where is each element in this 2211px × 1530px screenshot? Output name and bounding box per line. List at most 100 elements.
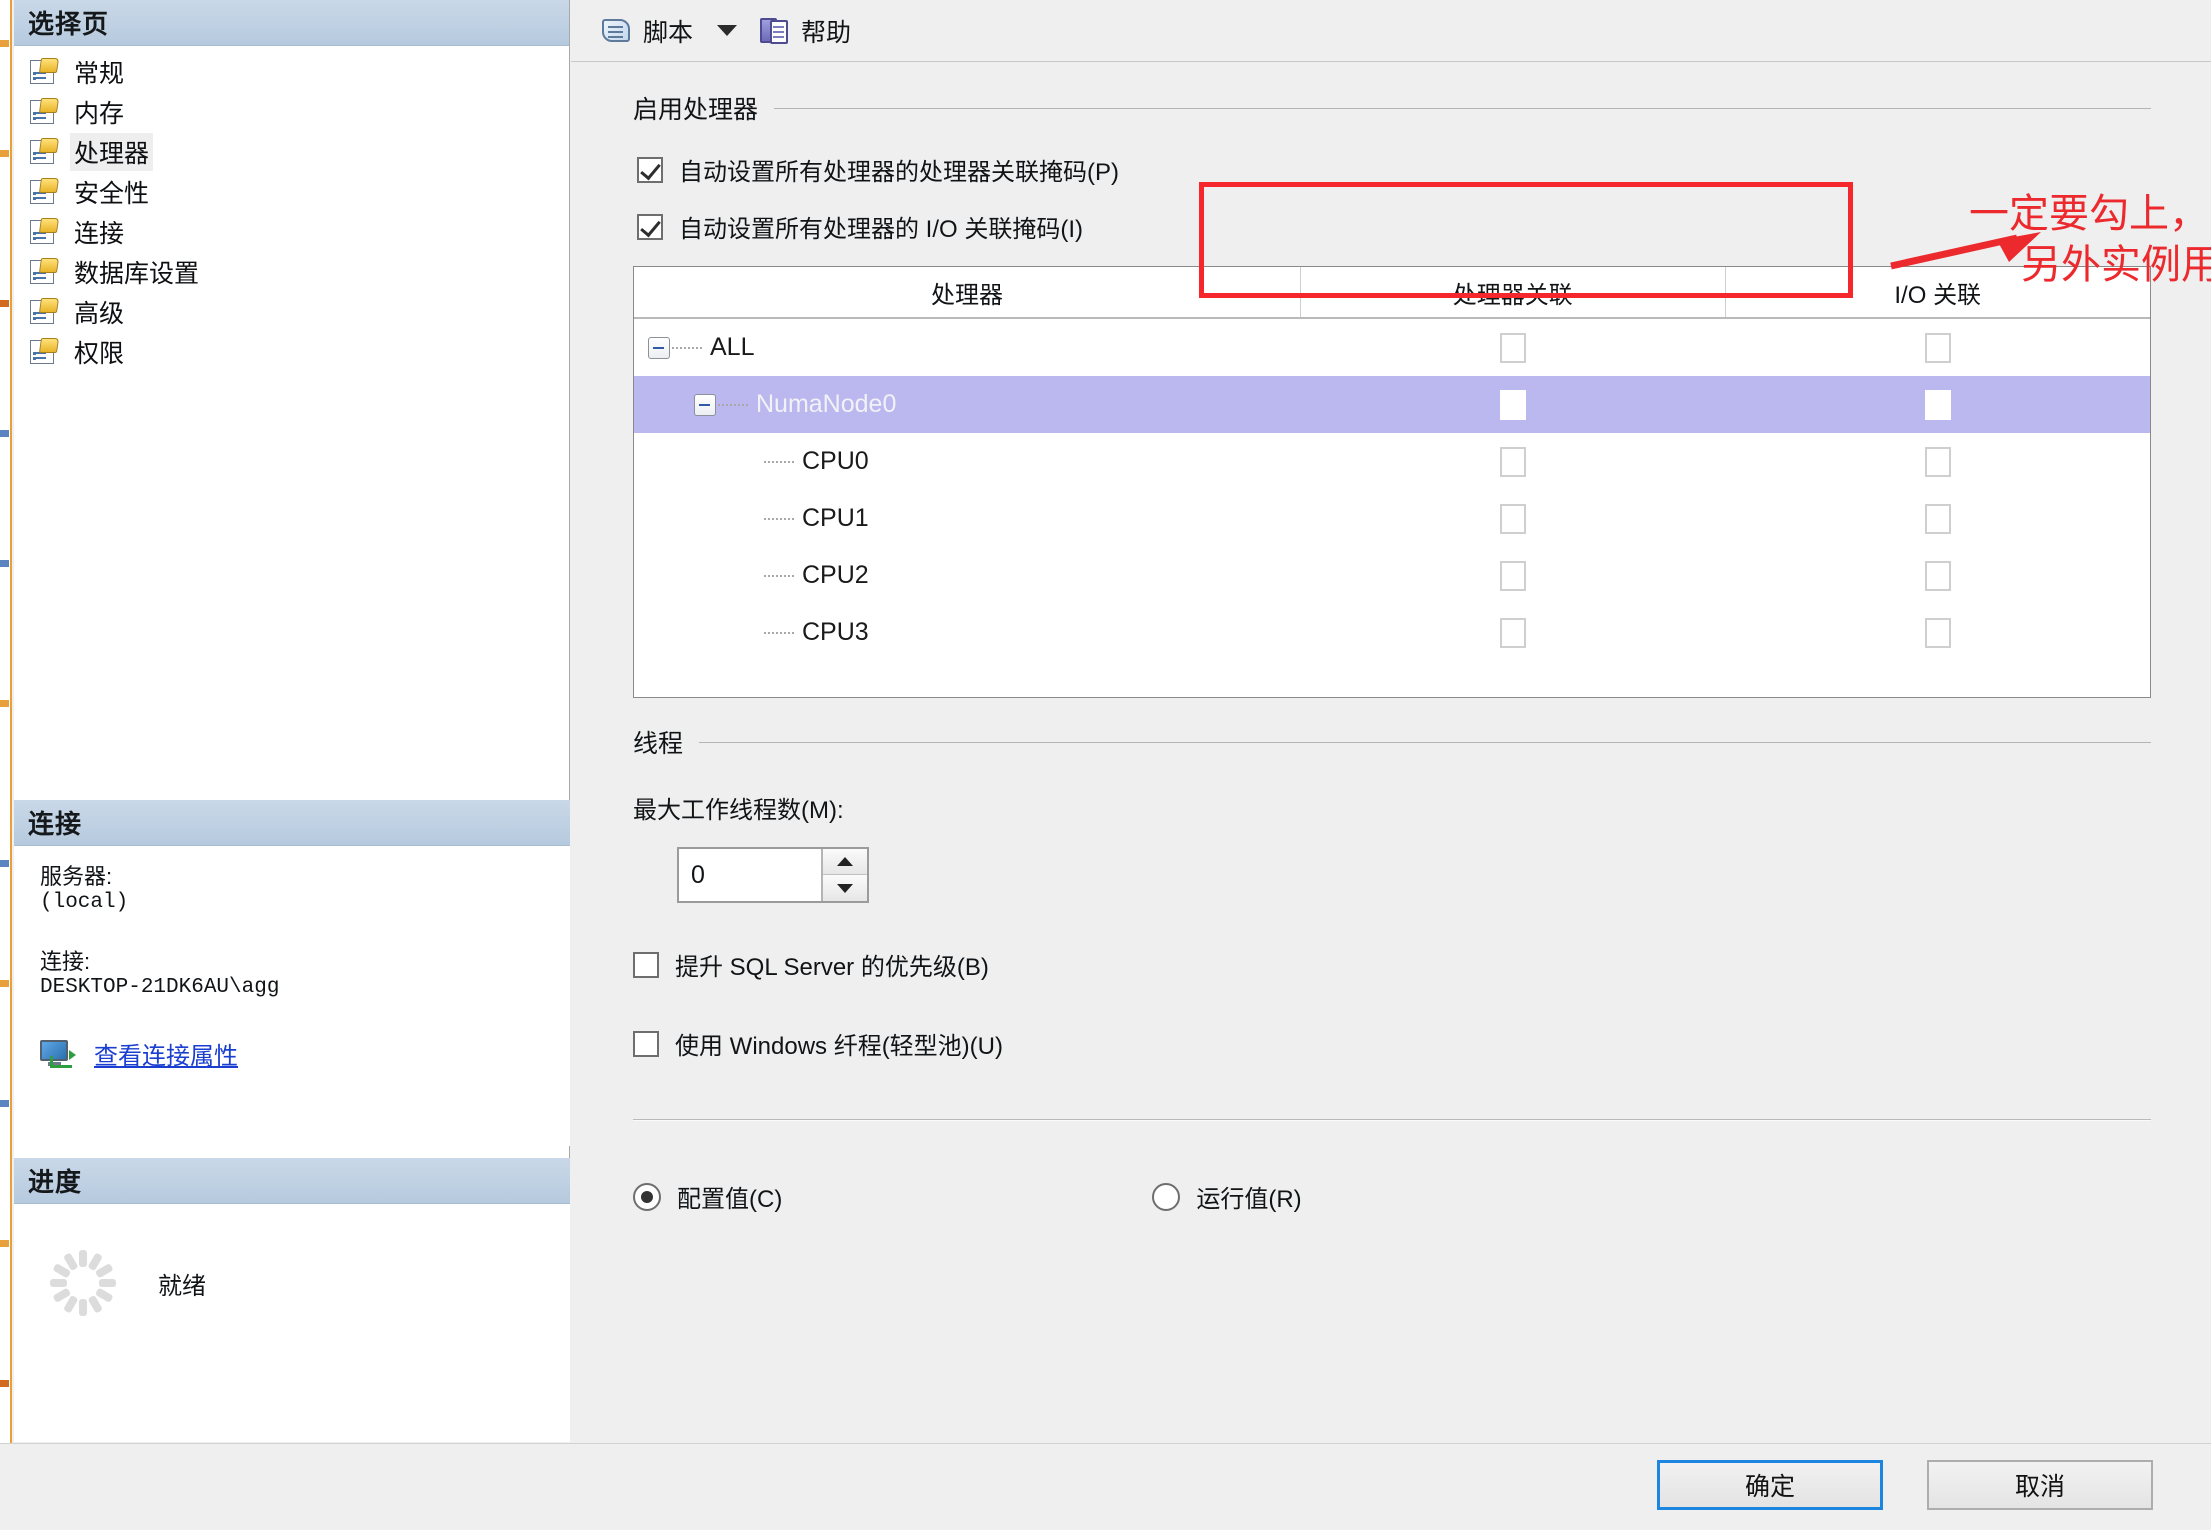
table-row[interactable]: CPU1 — [634, 490, 2150, 547]
triangle-down-icon — [837, 883, 853, 893]
stepper-down-button[interactable] — [823, 875, 867, 901]
processor-name: CPU1 — [802, 504, 869, 532]
server-value: (local) — [40, 890, 129, 914]
page-nav-list: 常规内存 处理器 安全性 连接数据库设置高级权限 — [14, 46, 569, 372]
processor-affinity-cell[interactable] — [1301, 376, 1725, 433]
use-fibers-checkbox[interactable] — [633, 1030, 659, 1057]
group-divider — [699, 741, 2151, 743]
expander-collapse-icon[interactable] — [694, 393, 716, 416]
processor-affinity-table: 处理器 处理器关联 I/O 关联 ALL NumaNode0 CPU0 CPU1 CPU… — [633, 266, 2151, 698]
processor-affinity-cell[interactable] — [1301, 319, 1725, 376]
io-affinity-checkbox[interactable] — [1924, 332, 1951, 363]
tree-node[interactable]: CPU1 — [740, 504, 869, 533]
auto-io-affinity-row[interactable]: 自动设置所有处理器的 I/O 关联掩码(I) — [637, 209, 2211, 244]
auto-processor-affinity-row[interactable]: 自动设置所有处理器的处理器关联掩码(P) — [637, 152, 2211, 187]
io-affinity-cell[interactable] — [1726, 319, 2150, 376]
sidebar-item-6[interactable]: 高级 — [28, 292, 569, 332]
boost-priority-row[interactable]: 提升 SQL Server 的优先级(B) — [633, 947, 2211, 982]
io-affinity-checkbox[interactable] — [1924, 617, 1951, 648]
script-icon — [599, 16, 635, 46]
io-affinity-checkbox[interactable] — [1924, 560, 1951, 591]
tree-node[interactable]: ALL — [648, 333, 754, 362]
processor-cell: CPU0 — [634, 433, 1301, 490]
io-affinity-cell[interactable] — [1726, 547, 2150, 604]
expander-collapse-icon[interactable] — [648, 336, 670, 359]
processor-affinity-checkbox[interactable] — [1500, 389, 1527, 420]
auto-io-affinity-checkbox[interactable] — [637, 213, 663, 240]
background-window-sliver — [0, 0, 12, 1450]
dialog-footer: 确定 取消 https://blog.csdn.net/hupo — [0, 1443, 2211, 1530]
sidebar-item-0[interactable]: 常规 — [28, 52, 569, 92]
processor-affinity-checkbox[interactable] — [1500, 560, 1527, 591]
sidebar-item-label: 常规 — [74, 60, 125, 88]
help-icon — [759, 16, 793, 46]
triangle-up-icon — [837, 857, 853, 866]
table-row[interactable]: CPU0 — [634, 433, 2150, 490]
io-affinity-checkbox[interactable] — [1924, 446, 1951, 477]
processor-name: NumaNode0 — [756, 390, 897, 418]
progress-status-row: 就绪 — [14, 1222, 570, 1318]
processor-affinity-cell[interactable] — [1301, 547, 1725, 604]
max-worker-threads-input[interactable]: 0 — [679, 849, 821, 901]
configured-value-label: 配置值(C) — [677, 1186, 783, 1213]
io-affinity-checkbox[interactable] — [1924, 503, 1951, 534]
processor-affinity-checkbox[interactable] — [1500, 446, 1527, 477]
table-row[interactable]: ALL — [634, 319, 2150, 376]
processor-affinity-checkbox[interactable] — [1500, 503, 1527, 534]
running-value-radio-row[interactable]: 运行值(R) — [1152, 1179, 1302, 1214]
right-panel: 脚本 帮助 启用处理器 自动设置所有处理器的处理器关联掩码(P) 自动设置所有处… — [571, 0, 2211, 1442]
table-row[interactable]: CPU2 — [634, 547, 2150, 604]
select-page-header: 选择页 — [14, 0, 569, 46]
sidebar-item-3[interactable]: 安全性 — [28, 172, 569, 212]
io-affinity-checkbox[interactable] — [1924, 389, 1951, 420]
table-row[interactable]: CPU3 — [634, 604, 2150, 661]
enable-processors-group-header: 启用处理器 — [633, 90, 2151, 126]
boost-priority-checkbox[interactable] — [633, 951, 659, 978]
cancel-button[interactable]: 取消 — [1927, 1460, 2153, 1510]
sidebar-item-4[interactable]: 连接 — [28, 212, 569, 252]
script-button[interactable]: 脚本 — [593, 9, 699, 53]
ok-button[interactable]: 确定 — [1657, 1460, 1883, 1510]
max-worker-threads-stepper[interactable]: 0 — [677, 847, 869, 903]
processor-cell: CPU3 — [634, 604, 1301, 661]
chevron-down-icon[interactable] — [717, 25, 738, 36]
sidebar-item-label: 高级 — [74, 300, 125, 328]
sidebar-item-7[interactable]: 权限 — [28, 332, 569, 372]
sidebar-item-1[interactable]: 内存 — [28, 92, 569, 132]
help-button[interactable]: 帮助 — [753, 9, 857, 53]
view-connection-properties-row[interactable]: 查看连接属性 — [14, 1036, 570, 1071]
io-affinity-cell[interactable] — [1726, 604, 2150, 661]
configured-value-radio[interactable] — [633, 1182, 661, 1211]
io-affinity-cell[interactable] — [1726, 433, 2150, 490]
table-row[interactable]: NumaNode0 — [634, 376, 2150, 433]
processor-affinity-cell[interactable] — [1301, 490, 1725, 547]
sidebar-item-2[interactable]: 处理器 — [28, 132, 569, 172]
sidebar-item-label: 数据库设置 — [74, 260, 200, 288]
io-affinity-cell[interactable] — [1726, 490, 2150, 547]
progress-spinner-icon — [48, 1248, 118, 1318]
processor-cell: NumaNode0 — [634, 376, 1301, 433]
sidebar-item-label: 权限 — [74, 340, 125, 368]
processor-cell: CPU2 — [634, 547, 1301, 604]
server-properties-dialog: 选择页 常规 内存 处理器 安全性 连接 数据库设置 高级 权限 连接 服务器: (local… — [0, 0, 2211, 1530]
tree-node[interactable]: CPU0 — [740, 447, 869, 476]
tree-node[interactable]: CPU2 — [740, 561, 869, 590]
view-connection-properties-link[interactable]: 查看连接属性 — [94, 1036, 238, 1071]
configured-value-radio-row[interactable]: 配置值(C) — [633, 1179, 782, 1214]
enable-processors-title: 启用处理器 — [633, 96, 759, 124]
processor-cell: CPU1 — [634, 490, 1301, 547]
tree-node[interactable]: NumaNode0 — [694, 390, 896, 419]
sidebar-item-5[interactable]: 数据库设置 — [28, 252, 569, 292]
io-affinity-cell[interactable] — [1726, 376, 2150, 433]
running-value-radio[interactable] — [1152, 1182, 1181, 1211]
stepper-up-button[interactable] — [823, 849, 867, 875]
processor-affinity-cell[interactable] — [1301, 604, 1725, 661]
tree-node[interactable]: CPU3 — [740, 618, 869, 647]
connection-value: DESKTOP-21DK6AU\agg — [40, 976, 280, 1000]
processor-affinity-cell[interactable] — [1301, 433, 1725, 490]
use-fibers-row[interactable]: 使用 Windows 纤程(轻型池)(U) — [633, 1026, 2211, 1061]
progress-status-text: 就绪 — [158, 1272, 206, 1300]
processor-affinity-checkbox[interactable] — [1500, 332, 1527, 363]
processor-affinity-checkbox[interactable] — [1500, 617, 1527, 648]
auto-processor-affinity-checkbox[interactable] — [637, 156, 663, 183]
